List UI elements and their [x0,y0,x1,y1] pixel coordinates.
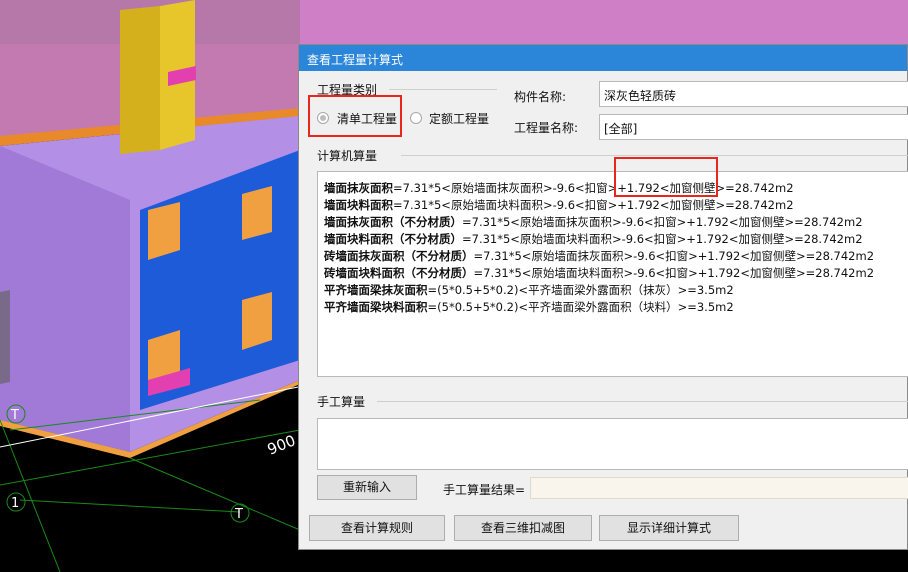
quota-quantity-label[interactable]: 定额工程量 [429,110,489,127]
dialog-titlebar[interactable]: 查看工程量计算式 [299,45,907,71]
quantity-name-field[interactable]: [全部] [599,114,908,140]
calc-line: 墙面块料面积（不分材质）=7.31*5<原始墙面块料面积>-9.6<扣窗>+1.… [324,232,863,246]
computer-calc-textarea[interactable]: 墙面抹灰面积=7.31*5<原始墙面抹灰面积>-9.6<扣窗>+1.792<加窗… [317,171,908,377]
highlight-bill-quantity [308,95,402,137]
quantity-name-label: 工程量名称: [514,121,579,135]
reenter-button[interactable]: 重新输入 [317,475,417,500]
component-name-field[interactable]: 深灰色轻质砖 [599,81,908,107]
calc-line: 砖墙面抹灰面积（不分材质）=7.31*5<原始墙面抹灰面积>-9.6<扣窗>+1… [324,249,875,263]
manual-calc-label: 手工算量 [317,395,366,409]
calc-line: 墙面抹灰面积=7.31*5<原始墙面抹灰面积>-9.6<扣窗>+1.792<加窗… [324,181,794,195]
axis-label: 1 [11,496,19,511]
calc-line: 砖墙面块料面积（不分材质）=7.31*5<原始墙面块料面积>-9.6<扣窗>+1… [324,266,875,280]
calc-line: 墙面块料面积=7.31*5<原始墙面块料面积>-9.6<扣窗>+1.792<加窗… [324,198,794,212]
highlight-window-side [614,157,718,197]
view-3d-deduction-button[interactable]: 查看三维扣减图 [454,515,592,541]
dialog-title: 查看工程量计算式 [307,53,404,67]
axis-label: T [10,408,19,423]
view-rules-button[interactable]: 查看计算规则 [309,515,445,541]
axis-label: T [234,507,243,522]
calc-line: 平齐墙面梁抹灰面积=(5*0.5+5*0.2)<平齐墙面梁外露面积（抹灰）>=3… [324,283,734,297]
quota-quantity-radio[interactable] [410,112,422,124]
calc-line: 平齐墙面梁块料面积=(5*0.5+5*0.2)<平齐墙面梁外露面积（块料）>=3… [324,300,734,314]
manual-calc-textarea[interactable] [317,418,908,470]
manual-result-label: 手工算量结果= [443,483,526,497]
component-name-label: 构件名称: [514,90,567,104]
manual-result-field[interactable] [530,477,908,499]
show-detail-formula-button[interactable]: 显示详细计算式 [599,515,739,541]
column [120,6,160,154]
computer-calc-label: 计算机算量 [317,149,378,163]
calc-line: 墙面抹灰面积（不分材质）=7.31*5<原始墙面抹灰面积>-9.6<扣窗>+1.… [324,215,863,229]
